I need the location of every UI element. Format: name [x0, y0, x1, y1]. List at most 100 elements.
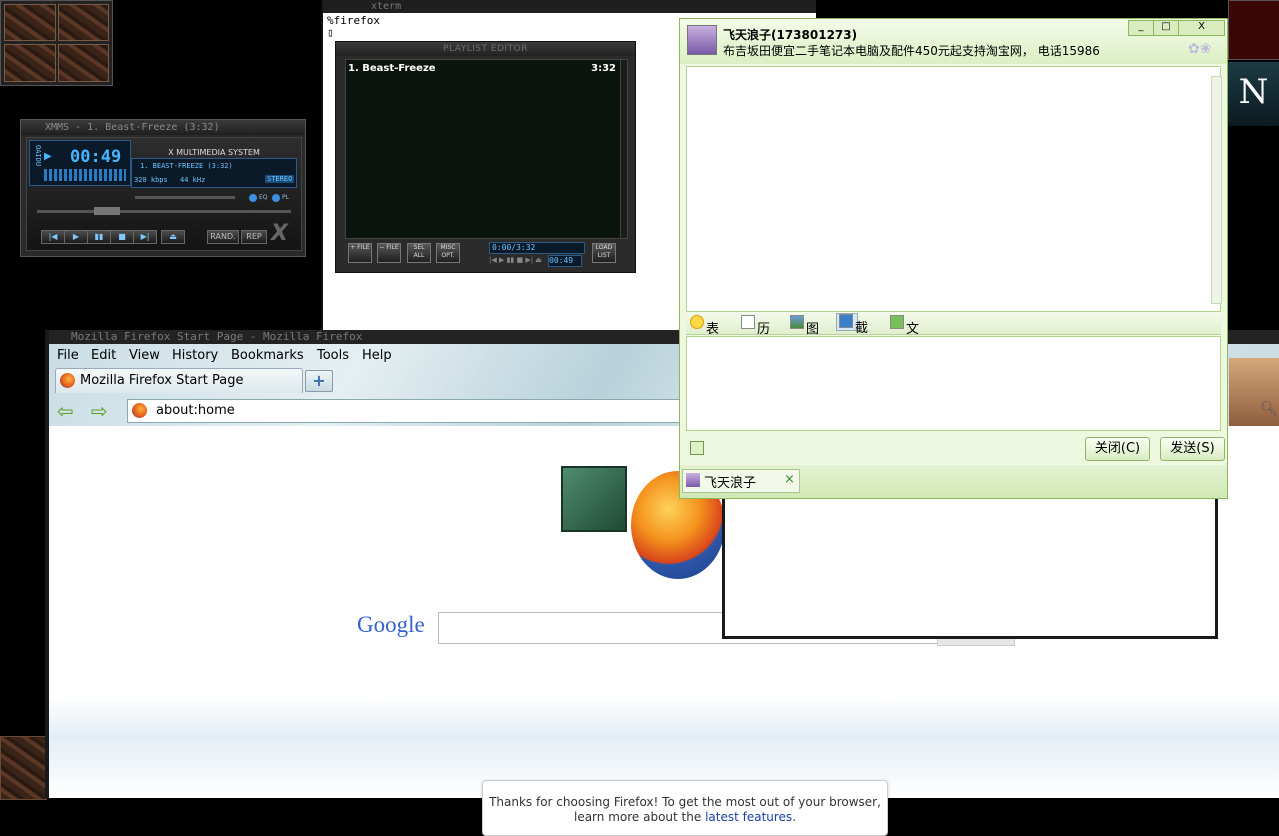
stop-button[interactable]: ■ [110, 230, 134, 244]
menu-bookmarks[interactable]: Bookmarks [231, 348, 304, 363]
screenshot-icon [839, 314, 853, 328]
site-identity-icon[interactable] [132, 403, 147, 418]
menu-view[interactable]: View [129, 348, 160, 363]
playlist-item[interactable]: 1. Beast-Freeze 3:32 [346, 60, 620, 80]
flower-decoration-icon: ✿❀ [1188, 41, 1212, 57]
playlist-scrollbar[interactable] [620, 59, 628, 239]
firefox-favicon-icon [60, 373, 75, 388]
close-window-button[interactable]: X [1178, 20, 1225, 36]
playlist-elapsed-time: 00:49 [548, 255, 582, 267]
message-history[interactable] [686, 66, 1221, 312]
samplerate: 44 kHz [180, 176, 206, 184]
display-label: OAIDU [34, 145, 42, 167]
workspace-1[interactable] [4, 4, 56, 41]
message-input[interactable] [686, 336, 1221, 431]
devil-icon[interactable] [1228, 0, 1279, 60]
chat-tab-label: 飞天浪子 [704, 476, 757, 491]
playlist-mini-controls[interactable]: |◀ ▶ ▮▮ ■ ▶| ⏏ [489, 256, 547, 264]
new-tab-button[interactable]: + [305, 370, 333, 392]
menu-tools[interactable]: Tools [317, 348, 349, 363]
chat-tab-bar: 飞天浪子 × [680, 465, 1227, 498]
menu-history[interactable]: History [172, 348, 218, 363]
volume-slider[interactable] [135, 196, 235, 199]
emoticon-button[interactable]: 表情 [690, 315, 719, 356]
pl-toggle-icon[interactable] [272, 194, 280, 202]
xmms-time-display[interactable]: OAIDU ▶ 00:49 [29, 140, 131, 186]
xmms-brand: X MULTIMEDIA SYSTEM [168, 148, 260, 157]
more-options-icon[interactable] [690, 441, 704, 455]
repeat-button[interactable]: REP [241, 230, 267, 244]
misc-options-button[interactable]: MISC OPT. [436, 243, 460, 263]
xmms-titlebar[interactable]: XMMS - 1. Beast-Freeze (3:32) [21, 120, 305, 135]
minimize-button[interactable]: _ [1128, 20, 1154, 36]
workspace-3[interactable] [4, 44, 56, 82]
chat-header[interactable]: 飞天浪子(173801273) 布吉坂田便宜二手笔记本电脑及配件450元起支持淘… [680, 19, 1227, 64]
blank-overlay-window[interactable] [722, 497, 1218, 639]
seek-handle[interactable] [94, 207, 120, 215]
select-all-button[interactable]: SEL ALL [407, 243, 431, 263]
eq-toggle-icon[interactable] [249, 194, 257, 202]
url-bar[interactable]: about:home [127, 399, 689, 423]
qq-chat-window[interactable]: 飞天浪子(173801273) 布吉坂田便宜二手笔记本电脑及配件450元起支持淘… [679, 18, 1228, 499]
back-arrow-icon[interactable]: ⇦ [57, 399, 74, 423]
xterm-titlebar[interactable]: xterm [323, 0, 816, 13]
tab-avatar-icon [686, 473, 700, 487]
chat-toolbar: 表情 历史 图片 截屏 文件 [686, 312, 1221, 356]
history-scrollbar[interactable] [1211, 76, 1222, 304]
song-title-scroll[interactable]: 1. BEAST-FREEZE (3:32) [140, 162, 233, 170]
play-button[interactable]: ▶ [64, 230, 88, 244]
desktop-launcher-tile[interactable] [0, 736, 47, 800]
menu-edit[interactable]: Edit [91, 348, 116, 363]
maximize-button[interactable]: □ [1153, 20, 1179, 36]
google-logo: Google [357, 612, 425, 638]
terminal-output[interactable]: %firefox ▯ [327, 15, 380, 39]
history-button[interactable]: 历史 [741, 315, 770, 356]
close-chat-button[interactable]: 关闭(C) [1085, 437, 1150, 461]
url-text[interactable]: about:home [156, 403, 235, 418]
eq-label: EQ [259, 194, 268, 201]
workspace-pager[interactable] [0, 0, 113, 86]
snippet-link[interactable]: latest features [705, 810, 792, 824]
netscape-icon[interactable]: N [1228, 62, 1279, 126]
pause-button[interactable]: ▮▮ [87, 230, 111, 244]
workspace-4[interactable] [58, 44, 109, 82]
xmms-window[interactable]: XMMS - 1. Beast-Freeze (3:32) OAIDU ▶ 00… [20, 119, 306, 257]
menu-file[interactable]: File [57, 348, 79, 363]
forward-arrow-icon[interactable]: ⇨ [91, 399, 108, 423]
image-button[interactable]: 图片 [790, 315, 819, 356]
song-info-display: 1. BEAST-FREEZE (3:32) 320 kbps 44 kHz S… [131, 158, 297, 188]
shuffle-button[interactable]: RAND. [207, 230, 239, 244]
menu-help[interactable]: Help [362, 348, 392, 363]
smiley-icon [690, 315, 704, 329]
playlist-item-name: 1. Beast-Freeze [348, 63, 436, 74]
playlist-editor[interactable]: PLAYLIST EDITOR 1. Beast-Freeze 3:32 + F… [335, 41, 636, 273]
next-button[interactable]: ▶| [133, 230, 157, 244]
stereo-indicator: STEREO [265, 175, 295, 183]
load-list-button[interactable]: LOAD LIST [592, 243, 616, 263]
contact-avatar[interactable] [687, 25, 717, 55]
workspace-2[interactable] [58, 4, 109, 41]
terminal-line: %firefox [327, 14, 380, 27]
netscape-icon-label: N [1238, 72, 1269, 112]
close-tab-icon[interactable]: × [784, 472, 795, 487]
remove-file-button[interactable]: − FILE [377, 243, 401, 263]
play-indicator-icon: ▶ [44, 151, 52, 162]
pl-label: PL [282, 194, 289, 201]
playlist-list[interactable]: 1. Beast-Freeze 3:32 [345, 59, 621, 239]
image-icon [790, 315, 804, 329]
eject-button[interactable]: ⏏ [161, 230, 185, 244]
tab-start-page[interactable]: Mozilla Firefox Start Page [55, 368, 303, 393]
file-button[interactable]: 文件 [890, 315, 919, 356]
prev-button[interactable]: |◀ [41, 230, 65, 244]
search-icon[interactable]: 🔍︎ [1260, 401, 1278, 417]
snippet-text: Thanks for choosing Firefox! To get the … [489, 795, 881, 824]
seek-bar[interactable] [37, 210, 291, 213]
playlist-title[interactable]: PLAYLIST EDITOR [336, 42, 635, 56]
snippet-period: . [792, 810, 797, 824]
chat-tab[interactable]: 飞天浪子 × [682, 469, 800, 493]
screenshot-button[interactable]: 截屏 [836, 313, 868, 355]
elapsed-time[interactable]: 00:49 [70, 147, 121, 167]
send-button[interactable]: 发送(S) [1160, 437, 1225, 461]
add-file-button[interactable]: + FILE [348, 243, 372, 263]
spectrum-analyzer[interactable] [44, 169, 126, 181]
